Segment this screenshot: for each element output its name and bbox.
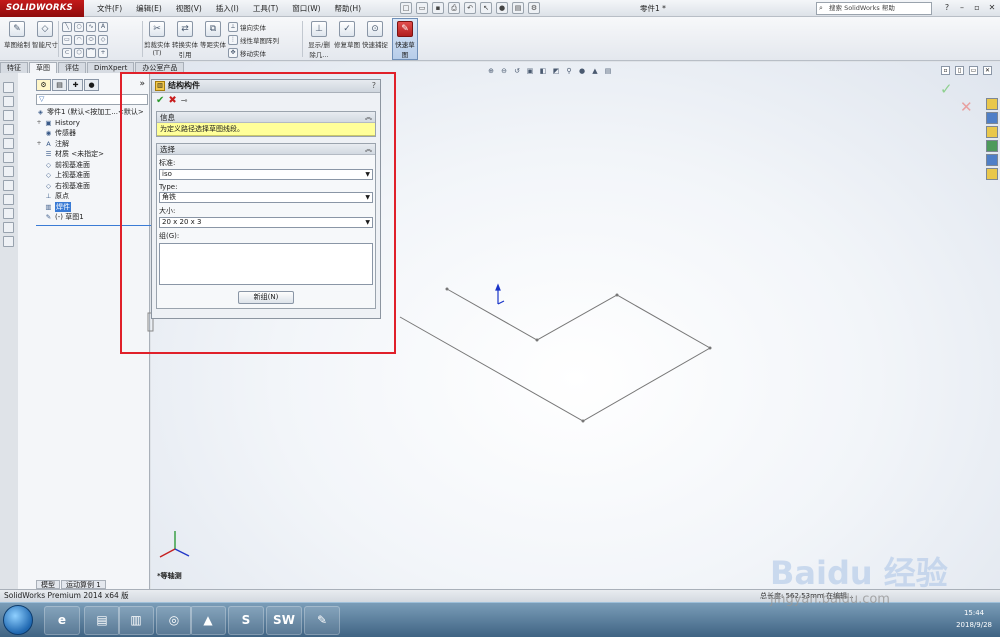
system-clock[interactable]: 15:44 2018/9/28 <box>956 607 992 631</box>
view-orientation-label: *等轴测 <box>157 572 182 580</box>
zoom-fit-icon[interactable]: ⊕ <box>486 66 496 76</box>
sketch-vertex <box>615 293 619 297</box>
zoom-area-icon[interactable]: ⊖ <box>499 66 509 76</box>
explorer-icon[interactable]: ▥ <box>118 606 154 635</box>
section-view-icon[interactable]: ▣ <box>525 66 535 76</box>
ie-icon[interactable]: e <box>44 606 80 635</box>
tab-model[interactable]: 模型 <box>36 580 60 589</box>
chevron-down-icon: ▼ <box>365 171 370 178</box>
group-label: 组(G): <box>159 232 180 240</box>
file-explorer-icon[interactable] <box>986 126 998 138</box>
size-select[interactable]: 20 x 20 x 3 ▼ <box>159 217 373 228</box>
tab-motion-study[interactable]: 运动算例 1 <box>61 580 106 589</box>
view-settings-icon[interactable]: ▤ <box>603 66 613 76</box>
size-label: 大小: <box>159 207 176 215</box>
appearances-icon[interactable] <box>986 154 998 166</box>
origin-marker <box>495 283 505 305</box>
solidworks-app-icon[interactable]: SW <box>266 606 302 635</box>
selection-group: 选择 ︽ 标准: iso ▼ Type: 角铁 ▼ 大小: 20 x 20 x 3 ▼ … <box>156 143 376 309</box>
baidu-watermark-url: jingyan.baidu.com <box>770 592 890 607</box>
custom-properties-icon[interactable] <box>986 168 998 180</box>
info-group-header[interactable]: 信息 ︽ <box>157 112 375 123</box>
collapse-chevron-icon[interactable]: ︽ <box>365 144 372 155</box>
bottom-tabs: 模型 运动算例 1 <box>36 580 107 589</box>
start-button[interactable] <box>3 605 33 635</box>
viewport-controls: ▫ ▯ ▭ ✕ <box>941 66 992 75</box>
notepad-icon[interactable]: ▤ <box>84 606 120 635</box>
panel-header: ▥ 结构构件 ? <box>152 80 380 93</box>
sketch-vertex <box>708 346 712 350</box>
browser-icon[interactable]: ◎ <box>156 606 192 635</box>
appearance-icon[interactable]: ● <box>577 66 587 76</box>
resources-icon[interactable] <box>986 98 998 110</box>
sketch-vertex <box>581 419 585 423</box>
standard-label: 标准: <box>159 159 176 167</box>
new-group-button[interactable]: 新组(N) <box>238 291 294 304</box>
heads-up-toolbar: ⊕ ⊖ ↺ ▣ ◧ ◩ ⚲ ● ▲ ▤ <box>486 66 613 76</box>
task-pane-tabs <box>986 98 1000 180</box>
info-message: 为定义路径选择草图线段。 <box>157 123 375 136</box>
scene-icon[interactable]: ▲ <box>590 66 600 76</box>
type-select[interactable]: 角铁 ▼ <box>159 192 373 203</box>
help-icon[interactable]: ? <box>372 80 376 92</box>
sheet-app-icon[interactable]: S <box>228 606 264 635</box>
baidu-watermark: Baidu 经验 <box>770 554 948 592</box>
sketch-canvas <box>147 283 712 558</box>
cancel-x-icon[interactable]: ✖ <box>168 96 176 109</box>
selection-group-header[interactable]: 选择 ︽ <box>157 144 375 155</box>
view-triad <box>159 531 190 558</box>
structural-member-icon: ▥ <box>155 81 165 91</box>
view-palette-icon[interactable] <box>986 140 998 152</box>
panel-actions: ✔ ✖ ⊸ <box>152 93 380 109</box>
status-text: SolidWorks Premium 2014 x64 版 <box>4 591 129 600</box>
paint-icon[interactable]: ✎ <box>304 606 340 635</box>
property-manager-panel: ▥ 结构构件 ? ✔ ✖ ⊸ 信息 ︽ 为定义路径选择草图线段。 选择 ︽ 标准: … <box>151 79 381 319</box>
sketch-path <box>399 288 712 422</box>
chevron-down-icon: ▼ <box>365 219 370 226</box>
panel-title: 结构构件 <box>168 81 200 90</box>
hide-show-icon[interactable]: ⚲ <box>564 66 574 76</box>
sketch-vertex <box>535 338 539 342</box>
viewport-split-icon[interactable]: ▯ <box>955 66 964 75</box>
type-label: Type: <box>159 183 178 191</box>
previous-view-icon[interactable]: ↺ <box>512 66 522 76</box>
collapse-chevron-icon[interactable]: ︽ <box>365 112 372 123</box>
display-style-icon[interactable]: ◩ <box>551 66 561 76</box>
sketch-vertex <box>445 287 449 291</box>
windows-taskbar: e ▤ ▥ ◎ ▲ S SW ✎ 15:44 2018/9/28 <box>0 602 1000 637</box>
group-listbox[interactable] <box>159 243 373 285</box>
pin-icon[interactable]: ⊸ <box>181 96 188 109</box>
view-orientation-icon[interactable]: ◧ <box>538 66 548 76</box>
design-library-icon[interactable] <box>986 112 998 124</box>
confirm-cancel-icon[interactable]: ✕ <box>960 98 973 116</box>
chevron-down-icon: ▼ <box>365 194 370 201</box>
viewport-restore-icon[interactable]: ▭ <box>969 66 978 75</box>
info-group: 信息 ︽ 为定义路径选择草图线段。 <box>156 111 376 137</box>
confirm-ok-icon[interactable]: ✓ <box>940 80 953 98</box>
ok-check-icon[interactable]: ✔ <box>156 96 164 109</box>
standard-select[interactable]: iso ▼ <box>159 169 373 180</box>
pdf-icon[interactable]: ▲ <box>190 606 226 635</box>
viewport-close-icon[interactable]: ✕ <box>983 66 992 75</box>
viewport-tile-icon[interactable]: ▫ <box>941 66 950 75</box>
